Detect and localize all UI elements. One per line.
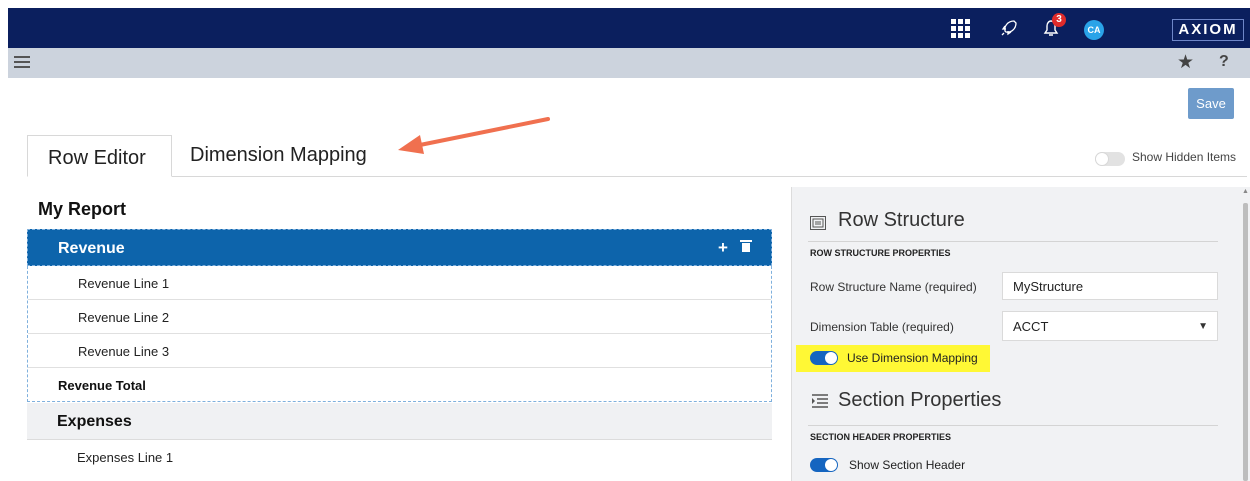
trash-icon[interactable] <box>740 240 752 252</box>
divider <box>808 241 1218 242</box>
use-dimension-mapping-label: Use Dimension Mapping <box>847 351 978 365</box>
divider <box>808 425 1218 426</box>
tabs-divider <box>27 176 1247 177</box>
show-section-header-toggle[interactable] <box>810 458 838 472</box>
dimension-table-value: ACCT <box>1013 319 1049 334</box>
row-structure-heading: Row Structure <box>838 209 965 231</box>
section-properties-icon <box>812 394 828 408</box>
table-row[interactable]: Revenue Line 1 <box>28 266 771 300</box>
notification-badge: 3 <box>1052 13 1066 27</box>
row-tree: Revenue + Revenue Line 1 Revenue Line 2 … <box>27 229 772 473</box>
brand-logo[interactable]: AXIOM <box>1172 19 1244 41</box>
rocket-icon[interactable] <box>998 17 1020 39</box>
row-structure-name-label: Row Structure Name (required) <box>810 280 977 294</box>
hamburger-menu-icon[interactable] <box>14 56 30 69</box>
table-row[interactable]: Expenses Line 1 <box>27 440 772 473</box>
section-header-expenses[interactable]: Expenses <box>27 403 772 440</box>
row-structure-name-input[interactable]: MyStructure <box>1002 272 1218 300</box>
section-header-revenue[interactable]: Revenue + <box>27 229 772 266</box>
report-title: My Report <box>38 199 127 219</box>
chevron-down-icon: ▼ <box>1198 321 1208 332</box>
top-navigation-bar: 3 CA AXIOM <box>8 8 1250 48</box>
section-header-properties-subheading: SECTION HEADER PROPERTIES <box>810 432 952 442</box>
secondary-toolbar: ★ ? <box>8 48 1250 78</box>
row-structure-subheading: ROW STRUCTURE PROPERTIES <box>810 248 951 258</box>
row-structure-icon <box>810 216 826 230</box>
use-dimension-mapping-toggle[interactable] <box>810 351 838 365</box>
user-avatar[interactable]: CA <box>1084 20 1104 40</box>
table-row[interactable]: Revenue Line 2 <box>28 300 771 334</box>
save-button[interactable]: Save <box>1188 88 1234 119</box>
section-properties-heading: Section Properties <box>838 389 1002 411</box>
total-row[interactable]: Revenue Total <box>28 368 771 401</box>
show-section-header-label: Show Section Header <box>849 458 966 472</box>
tab-dimension-mapping[interactable]: Dimension Mapping <box>190 144 367 167</box>
dimension-table-select[interactable]: ACCT ▼ <box>1002 311 1218 341</box>
section-header-label: Revenue <box>58 240 125 257</box>
app-frame: 3 CA AXIOM ★ ? Save Row Editor Dimension… <box>8 8 1250 481</box>
panel-scrollbar[interactable] <box>1241 187 1250 481</box>
show-hidden-items-label: Show Hidden Items <box>1132 150 1237 164</box>
scroll-up-arrow-icon[interactable]: ▲ <box>1242 188 1249 195</box>
add-row-icon[interactable]: + <box>718 238 728 258</box>
annotation-arrow <box>398 117 550 154</box>
show-hidden-items-toggle[interactable] <box>1095 152 1125 166</box>
table-row[interactable]: Revenue Line 3 <box>28 334 771 368</box>
revenue-section-body: Revenue Line 1 Revenue Line 2 Revenue Li… <box>27 266 772 402</box>
dimension-table-label: Dimension Table (required) <box>810 320 954 334</box>
help-icon[interactable]: ? <box>1219 53 1229 71</box>
star-icon[interactable]: ★ <box>1177 51 1194 74</box>
tab-row-editor[interactable]: Row Editor <box>27 135 172 177</box>
apps-grid-icon[interactable] <box>951 19 970 38</box>
